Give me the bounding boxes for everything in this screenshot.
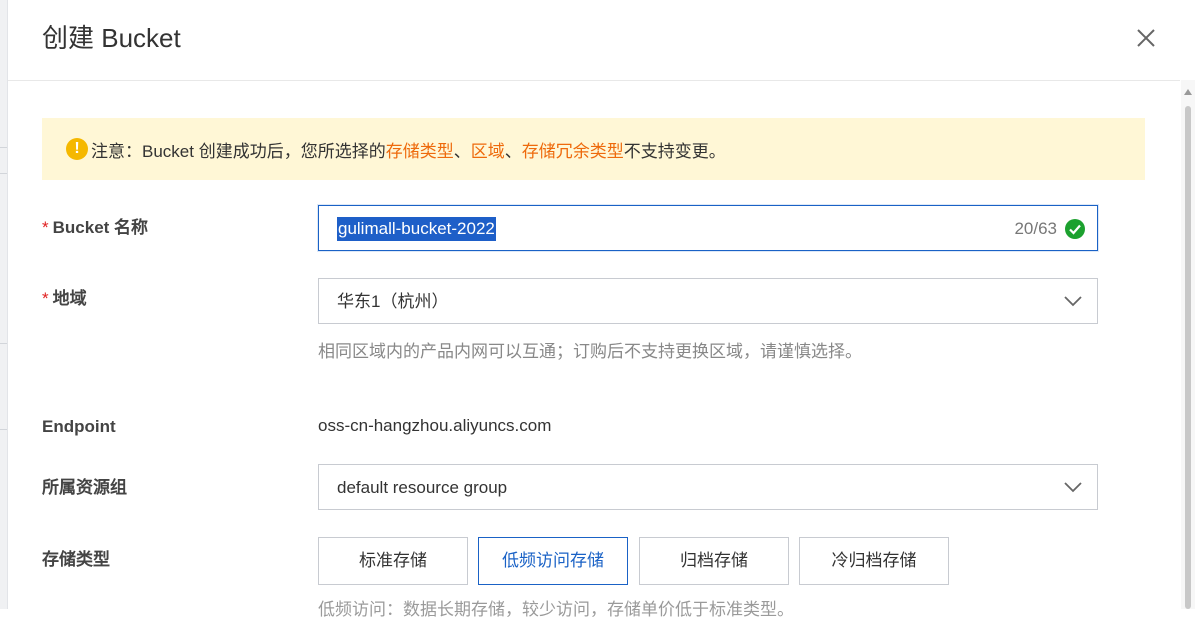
scrollbar[interactable] xyxy=(1181,80,1195,609)
region-label-text: 地域 xyxy=(52,289,87,308)
check-circle-icon xyxy=(1065,219,1085,239)
storage-class-label: 存储类型 xyxy=(42,550,110,569)
warning-icon: ! xyxy=(66,138,88,160)
close-icon xyxy=(1137,29,1155,47)
resource-group-select[interactable]: default resource group xyxy=(318,464,1098,510)
notice-separator: 、 xyxy=(453,141,471,161)
region-help-text: 相同区域内的产品内网可以互通；订购后不支持更换区域，请谨慎选择。 xyxy=(318,342,862,361)
required-mark: * xyxy=(42,218,49,237)
region-label: * 地域 xyxy=(42,287,87,311)
storage-class-archive[interactable]: 归档存储 xyxy=(639,537,789,585)
required-mark: * xyxy=(42,289,49,308)
endpoint-label: Endpoint xyxy=(42,417,116,436)
background-divider xyxy=(0,147,7,148)
close-button[interactable] xyxy=(1132,24,1160,52)
background-page-edge xyxy=(0,0,8,609)
chevron-down-icon xyxy=(1063,479,1083,500)
create-bucket-dialog: 创建 Bucket ! 注意：Bucket 创建成功后，您所选择的 存储类型 、… xyxy=(8,0,1180,619)
background-divider xyxy=(0,343,7,344)
scrollbar-thumb[interactable] xyxy=(1185,106,1191,609)
warning-notice: ! 注意：Bucket 创建成功后，您所选择的 存储类型 、 区域 、 存储冗余… xyxy=(42,118,1145,180)
notice-text-suffix: 不支持变更。 xyxy=(623,141,726,161)
notice-highlight-region: 区域 xyxy=(470,141,505,161)
dialog-header: 创建 Bucket xyxy=(8,0,1180,81)
endpoint-value: oss-cn-hangzhou.aliyuncs.com xyxy=(318,416,552,435)
background-divider xyxy=(0,429,7,430)
bucket-name-label: * Bucket 名称 xyxy=(42,216,148,240)
region-select[interactable]: 华东1（杭州） xyxy=(318,278,1098,324)
bucket-name-input[interactable]: gulimall-bucket-2022 20/63 xyxy=(318,205,1098,251)
chevron-down-icon xyxy=(1063,293,1083,314)
storage-class-cold-archive[interactable]: 冷归档存储 xyxy=(799,537,949,585)
notice-highlight-redundancy: 存储冗余类型 xyxy=(521,141,624,161)
resource-group-value: default resource group xyxy=(337,478,508,497)
storage-class-infrequent[interactable]: 低频访问存储 xyxy=(478,537,628,585)
notice-highlight-storage-class: 存储类型 xyxy=(385,141,454,161)
notice-separator: 、 xyxy=(504,141,522,161)
background-divider xyxy=(0,173,7,174)
dialog-title: 创建 Bucket xyxy=(42,23,181,53)
notice-text: 注意：Bucket 创建成功后，您所选择的 xyxy=(91,141,386,161)
bucket-name-label-text: Bucket 名称 xyxy=(52,218,149,237)
storage-class-help-text: 低频访问：数据长期存储，较少访问，存储单价低于标准类型。 xyxy=(318,600,794,619)
scroll-up-icon[interactable] xyxy=(1183,88,1193,96)
bucket-name-value: gulimall-bucket-2022 xyxy=(337,217,496,241)
character-counter: 20/63 xyxy=(1014,219,1057,238)
storage-class-standard[interactable]: 标准存储 xyxy=(318,537,468,585)
resource-group-label: 所属资源组 xyxy=(42,478,127,497)
region-value: 华东1（杭州） xyxy=(337,292,449,311)
